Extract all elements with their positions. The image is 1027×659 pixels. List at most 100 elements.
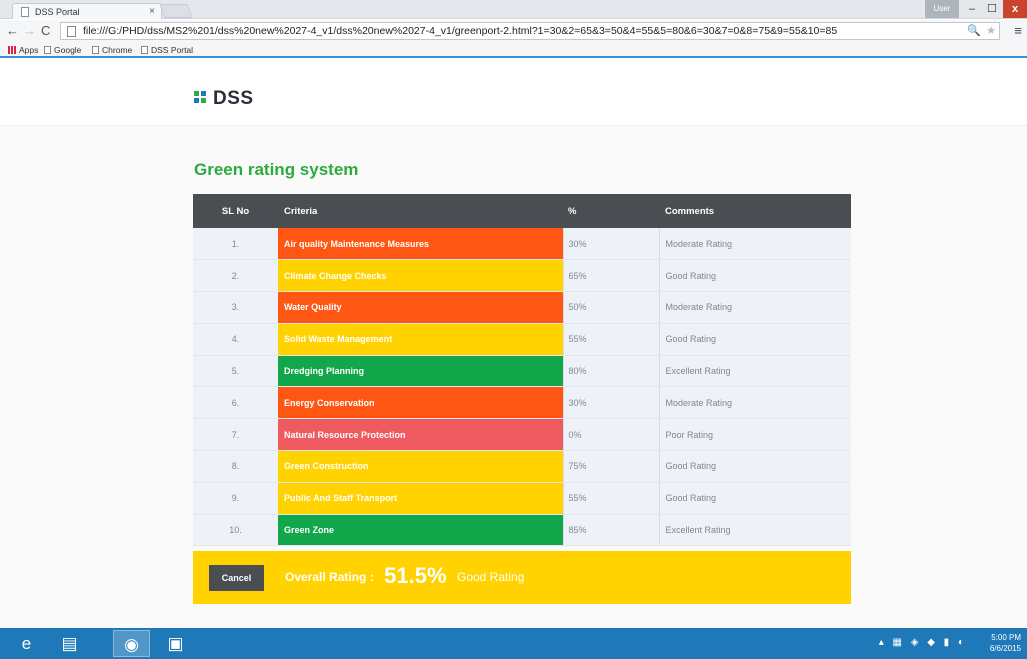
file-page-icon: [67, 26, 76, 37]
close-window-icon[interactable]: x: [1003, 0, 1027, 18]
overall-rating-value: 51.5%: [384, 563, 447, 588]
table-row: 9. Public And Staff Transport 55% Good Rati…: [193, 482, 851, 515]
bookmark-google[interactable]: Google: [44, 45, 81, 55]
row-sl: 5.: [193, 355, 278, 388]
row-comment: Excellent Rating: [658, 355, 851, 388]
row-percent: 75%: [562, 450, 659, 483]
row-sl: 6.: [193, 386, 278, 420]
row-criteria: Solid Waste Management: [278, 323, 563, 356]
bookmark-star-icon[interactable]: ★: [986, 24, 996, 37]
row-criteria: Air quality Maintenance Measures: [278, 228, 563, 261]
rating-table: SL No Criteria % Comments 1. Air quality …: [193, 194, 851, 547]
overall-rating-bar: Cancel Overall Rating : 51.5% Good Ratin…: [193, 551, 851, 604]
table-row: 2. Climate Change Checks 65% Good Rating: [193, 259, 851, 293]
row-criteria: Green Zone: [278, 514, 563, 547]
row-sl: 9.: [193, 482, 278, 515]
table-row: 7. Natural Resource Protection 0% Poor Rati…: [193, 418, 851, 452]
row-sl: 1.: [193, 228, 278, 261]
site-header: DSS: [0, 60, 1027, 126]
dss-logo-icon: [194, 91, 207, 104]
row-sl: 7.: [193, 418, 278, 452]
url-text: file:///G:/PHD/dss/MS2%201/dss%20new%202…: [83, 25, 838, 37]
windows-taskbar: e ▤ ◉ ▣ ▴ ▦ ◈ ◆ ▮ ◐ 5:00 PM 6/6/2015: [0, 628, 1027, 659]
address-bar[interactable]: file:///G:/PHD/dss/MS2%201/dss%20new%202…: [60, 22, 1000, 40]
browser-toolbar: ← → C file:///G:/PHD/dss/MS2%201/dss%20n…: [0, 20, 1027, 42]
table-row: 8. Green Construction 75% Good Rating: [193, 450, 851, 483]
row-percent: 50%: [562, 291, 659, 324]
tab-close-icon[interactable]: ×: [149, 6, 155, 17]
overall-rating-text: Good Rating: [456, 570, 525, 584]
page-icon: [92, 46, 99, 54]
tab-title: DSS Portal: [35, 7, 80, 17]
row-comment: Moderate Rating: [658, 228, 851, 261]
minimize-icon[interactable]: –: [963, 0, 981, 18]
tab-dss-portal[interactable]: DSS Portal ×: [12, 3, 162, 19]
row-criteria: Water Quality: [278, 291, 563, 324]
table-row: 10. Green Zone 85% Excellent Rating: [193, 514, 851, 547]
page-icon: [21, 7, 29, 17]
row-criteria: Energy Conservation: [278, 386, 563, 420]
row-comment: Excellent Rating: [658, 514, 851, 547]
table-row: 4. Solid Waste Management 55% Good Rating: [193, 323, 851, 356]
column-header-comments: Comments: [659, 194, 851, 228]
row-percent: 0%: [562, 418, 659, 452]
row-percent: 55%: [562, 482, 659, 515]
row-percent: 55%: [562, 323, 659, 356]
taskbar-clock[interactable]: 5:00 PM 6/6/2015: [990, 632, 1021, 654]
browser-menu-icon[interactable]: ≡: [1014, 23, 1022, 38]
table-header-row: SL No Criteria % Comments: [193, 194, 851, 228]
row-percent: 65%: [562, 259, 659, 293]
bookmark-chrome[interactable]: Chrome: [92, 45, 132, 55]
row-sl: 8.: [193, 450, 278, 483]
bookmark-dss-portal[interactable]: DSS Portal: [141, 45, 193, 55]
row-comment: Moderate Rating: [658, 291, 851, 324]
system-tray[interactable]: ▴ ▦ ◈ ◆ ▮ ◐: [879, 637, 967, 648]
row-criteria: Climate Change Checks: [278, 259, 563, 293]
row-percent: 85%: [562, 514, 659, 547]
table-row: 1. Air quality Maintenance Measures 30% Mod…: [193, 228, 851, 261]
cancel-button[interactable]: Cancel: [209, 565, 264, 591]
reload-icon[interactable]: C: [41, 23, 50, 38]
overall-rating-label: Overall Rating :: [285, 570, 374, 584]
bookmark-apps[interactable]: Apps: [8, 45, 38, 55]
table-row: 5. Dredging Planning 80% Excellent Rating: [193, 355, 851, 388]
table-row: 3. Water Quality 50% Moderate Rating: [193, 291, 851, 324]
table-row: 6. Energy Conservation 30% Moderate Rating: [193, 386, 851, 420]
column-header-percent: %: [563, 194, 659, 228]
clock-date: 6/6/2015: [989, 644, 1021, 653]
clock-time: 5:00 PM: [991, 633, 1021, 642]
row-criteria: Dredging Planning: [278, 355, 563, 388]
zoom-icon[interactable]: 🔍: [967, 24, 981, 37]
row-sl: 3.: [193, 291, 278, 324]
maximize-icon[interactable]: ☐: [983, 0, 1001, 18]
row-criteria: Public And Staff Transport: [278, 482, 563, 515]
bookmarks-bar: Apps Google Chrome DSS Portal: [0, 42, 1027, 58]
row-percent: 30%: [562, 228, 659, 261]
apps-grid-icon: [8, 46, 16, 54]
row-comment: Good Rating: [658, 450, 851, 483]
browser-tab-bar: DSS Portal × User – ☐ x: [0, 0, 1027, 19]
chrome-icon[interactable]: ◉: [113, 630, 150, 657]
row-percent: 30%: [562, 386, 659, 420]
overall-rating: Overall Rating : 51.5% Good Rating: [285, 563, 524, 589]
row-comment: Poor Rating: [658, 418, 851, 452]
back-arrow-icon[interactable]: ←: [6, 23, 19, 38]
row-comment: Good Rating: [658, 323, 851, 356]
forward-arrow-icon[interactable]: →: [23, 23, 36, 38]
page-icon: [141, 46, 148, 54]
row-criteria: Natural Resource Protection: [278, 418, 563, 452]
logo-text: DSS: [213, 88, 254, 109]
row-sl: 4.: [193, 323, 278, 356]
row-criteria: Green Construction: [278, 450, 563, 483]
row-percent: 80%: [562, 355, 659, 388]
dss-logo[interactable]: DSS: [194, 88, 254, 110]
column-header-sl: SL No: [193, 194, 278, 228]
file-explorer-icon[interactable]: ▤: [51, 630, 88, 657]
row-comment: Good Rating: [658, 482, 851, 515]
new-tab-button[interactable]: [159, 4, 193, 18]
ie-icon[interactable]: e: [8, 630, 45, 657]
app-icon[interactable]: ▣: [157, 630, 194, 657]
page-icon: [44, 46, 51, 54]
row-sl: 2.: [193, 259, 278, 293]
user-profile-button[interactable]: User: [925, 0, 959, 18]
